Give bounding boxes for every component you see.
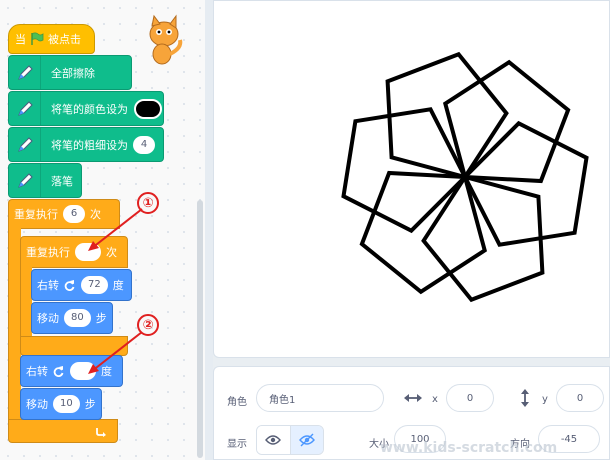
hat-suffix: 被点击: [48, 33, 81, 46]
pen-icon: [9, 128, 41, 161]
set-size-label: 将笔的粗细设为: [51, 138, 128, 152]
y-label: y: [542, 394, 548, 405]
panel-divider: [205, 0, 213, 460]
stage-drawing: [341, 51, 589, 303]
pentagon-stroke: [442, 59, 571, 184]
pen-color-swatch[interactable]: [134, 98, 162, 119]
turn-label: 右转: [37, 279, 59, 292]
rotate-right-icon: [64, 280, 75, 291]
pen-size-input[interactable]: 4: [133, 135, 155, 154]
x-position-icon: [404, 394, 422, 402]
code-scrollbar[interactable]: [197, 200, 203, 458]
show-label: 显示: [227, 439, 247, 450]
loop-arrow-icon: [96, 428, 106, 437]
move-outer-block[interactable]: 移动 10 步: [20, 388, 102, 420]
move-inner-steps-input[interactable]: 80: [64, 309, 91, 327]
pentagon-stroke: [359, 170, 488, 295]
pentagon-stroke: [462, 120, 589, 247]
x-field[interactable]: 0: [446, 384, 494, 412]
sprite-label: 角色: [227, 397, 247, 408]
repeat-outer-footer: [8, 419, 118, 443]
turn-right-inner-block[interactable]: 右转 72 度: [31, 269, 132, 301]
eye-icon: [265, 435, 282, 445]
stage[interactable]: [213, 0, 610, 358]
x-label: x: [432, 394, 438, 405]
sprite-name-field[interactable]: 角色1: [256, 384, 384, 412]
annotation-arrow-two: [88, 331, 143, 374]
y-position-icon: [521, 389, 529, 407]
cat-sprite-thumbnail: [149, 14, 183, 65]
turn-inner-degrees-input[interactable]: 72: [81, 276, 108, 294]
show-toggle-group: [256, 425, 324, 455]
pen-down-label: 落笔: [51, 174, 73, 188]
steps-label: 步: [95, 312, 107, 325]
when-flag-clicked-block[interactable]: 当 被点击: [8, 24, 95, 54]
hide-sprite-button[interactable]: [290, 426, 323, 454]
clear-label: 全部擦除: [51, 66, 95, 80]
pen-down-block[interactable]: 落笔: [8, 163, 82, 198]
pen-clear-block[interactable]: 全部擦除: [8, 55, 132, 90]
eye-slash-icon: [298, 433, 315, 447]
set-pen-size-block[interactable]: 将笔的粗细设为 4: [8, 127, 164, 162]
show-sprite-button[interactable]: [257, 426, 291, 454]
move-label: 移动: [37, 312, 59, 325]
degree-label: 度: [112, 279, 124, 292]
watermark-text: www.kids-scratch.com: [380, 440, 558, 456]
move-outer-label: 移动: [26, 398, 48, 411]
pentagon-stroke: [341, 107, 468, 234]
code-area[interactable]: 当 被点击 全部擦除 将笔的颜色设为 将笔的粗细设为 4 落笔 重复执行 6 次…: [0, 0, 205, 460]
move-outer-steps-input[interactable]: 10: [53, 395, 80, 413]
pen-icon: [9, 164, 41, 197]
set-pen-color-block[interactable]: 将笔的颜色设为: [8, 91, 164, 126]
pen-icon: [9, 56, 41, 89]
rotate-right-icon: [53, 366, 64, 377]
turn-outer-label: 右转: [26, 365, 48, 378]
repeat-outer-label: 重复执行: [14, 208, 58, 221]
annotation-arrow-one: [88, 208, 143, 251]
green-flag-icon: [31, 32, 44, 45]
steps-outer-label: 步: [84, 398, 96, 411]
pen-icon: [9, 92, 41, 125]
set-color-label: 将笔的颜色设为: [51, 102, 128, 116]
repeat-inner-label: 重复执行: [26, 246, 70, 259]
y-field[interactable]: 0: [556, 384, 604, 412]
hat-prefix: 当: [15, 33, 26, 46]
